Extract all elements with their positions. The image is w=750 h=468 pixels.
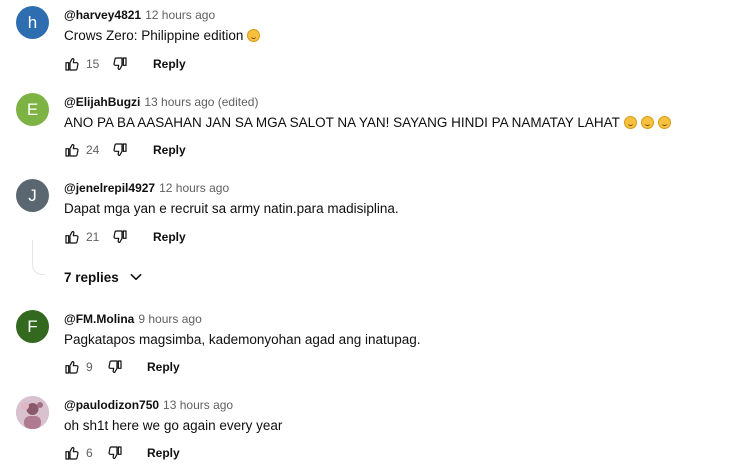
comment-text-content: ANO PA BA AASAHAN JAN SA MGA SALOT NA YA… <box>64 115 620 130</box>
avatar[interactable]: J <box>16 179 49 212</box>
author-name[interactable]: @FM.Molina <box>64 312 134 326</box>
like-button[interactable] <box>64 229 80 245</box>
author-name[interactable]: @paulodizon750 <box>64 398 159 412</box>
laughing-emoji-icon <box>657 116 671 129</box>
comment-text-content: Pagkatapos magsimba, kademonyohan agad a… <box>64 332 421 347</box>
author-name[interactable]: @harvey4821 <box>64 8 141 22</box>
thumbs-down-icon <box>108 446 122 459</box>
comment-header: @paulodizon750 13 hours ago <box>64 398 233 412</box>
comment-text: oh sh1t here we go again every year <box>64 418 282 433</box>
dislike-button[interactable] <box>107 445 123 461</box>
reply-button[interactable]: Reply <box>153 143 186 157</box>
thumbs-up-icon <box>65 447 79 460</box>
comment-text: Crows Zero: Philippine edition <box>64 28 261 43</box>
avatar-image <box>16 396 49 429</box>
timestamp[interactable]: 9 hours ago <box>138 312 201 326</box>
dislike-button[interactable] <box>112 142 128 158</box>
chevron-down-icon <box>130 273 141 281</box>
comment-text-content: Crows Zero: Philippine edition <box>64 28 244 43</box>
view-replies-button[interactable]: 7 replies <box>64 270 143 285</box>
reply-button[interactable]: Reply <box>153 57 186 71</box>
dislike-button[interactable] <box>107 359 123 375</box>
thread-connector-line <box>32 240 45 275</box>
laughing-emoji-icon <box>247 29 261 42</box>
author-name[interactable]: @jenelrepil4927 <box>64 181 155 195</box>
thumbs-down-icon <box>113 230 127 243</box>
comment-text: ANO PA BA AASAHAN JAN SA MGA SALOT NA YA… <box>64 115 671 130</box>
like-count: 21 <box>86 230 100 244</box>
author-name[interactable]: @ElijahBugzi <box>64 95 140 109</box>
reply-button[interactable]: Reply <box>153 230 186 244</box>
thumbs-up-icon <box>65 231 79 244</box>
thumbs-down-icon <box>108 360 122 373</box>
comment-header: @ElijahBugzi 13 hours ago (edited) <box>64 95 258 109</box>
like-button[interactable] <box>64 359 80 375</box>
like-count: 9 <box>86 360 93 374</box>
reply-button[interactable]: Reply <box>147 360 180 374</box>
timestamp[interactable]: 13 hours ago <box>163 398 233 412</box>
comment-text: Pagkatapos magsimba, kademonyohan agad a… <box>64 332 421 347</box>
like-button[interactable] <box>64 56 80 72</box>
like-count: 24 <box>86 143 100 157</box>
thumbs-down-icon <box>113 57 127 70</box>
avatar[interactable]: F <box>16 310 49 343</box>
comment-text: Dapat mga yan e recruit sa army natin.pa… <box>64 201 399 216</box>
avatar[interactable]: h <box>16 6 49 39</box>
like-button[interactable] <box>64 142 80 158</box>
comment-header: @jenelrepil4927 12 hours ago <box>64 181 229 195</box>
laughing-emoji-icon <box>623 116 637 129</box>
comment-header: @FM.Molina 9 hours ago <box>64 312 202 326</box>
comment-text-content: oh sh1t here we go again every year <box>64 418 283 433</box>
thumbs-down-icon <box>113 143 127 156</box>
timestamp[interactable]: 13 hours ago (edited) <box>144 95 258 109</box>
like-count: 15 <box>86 57 100 71</box>
like-count: 6 <box>86 446 93 460</box>
comment-header: @harvey4821 12 hours ago <box>64 8 215 22</box>
like-button[interactable] <box>64 445 80 461</box>
timestamp[interactable]: 12 hours ago <box>145 8 215 22</box>
thumbs-up-icon <box>65 58 79 71</box>
avatar[interactable]: E <box>16 93 49 126</box>
avatar[interactable] <box>16 396 49 429</box>
reply-button[interactable]: Reply <box>147 446 180 460</box>
laughing-emoji-icon <box>640 116 654 129</box>
replies-count-label: 7 replies <box>64 270 119 285</box>
thumbs-up-icon <box>65 144 79 157</box>
dislike-button[interactable] <box>112 229 128 245</box>
comment-text-content: Dapat mga yan e recruit sa army natin.pa… <box>64 201 399 216</box>
timestamp[interactable]: 12 hours ago <box>159 181 229 195</box>
dislike-button[interactable] <box>112 56 128 72</box>
thumbs-up-icon <box>65 361 79 374</box>
